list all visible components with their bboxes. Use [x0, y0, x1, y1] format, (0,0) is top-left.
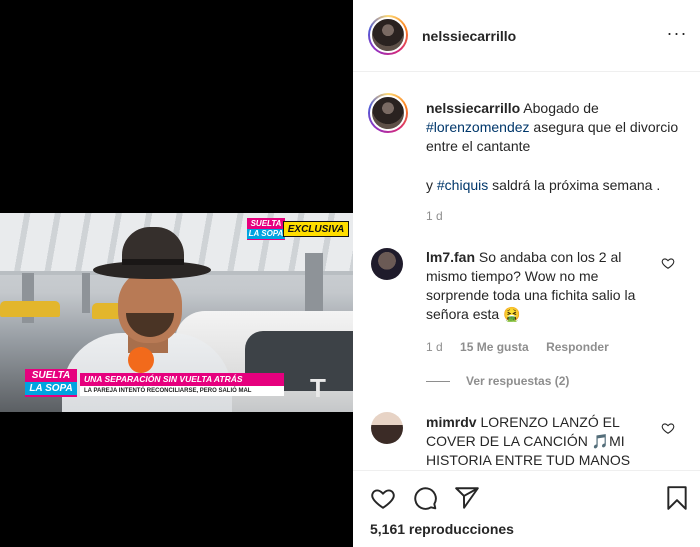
- video-headline: UNA SEPARACIÓN SIN VUELTA ATRÁS: [80, 373, 284, 386]
- network-logo-icon: T: [310, 373, 326, 403]
- hashtag-link[interactable]: #lorenzomendez: [426, 119, 530, 135]
- bookmark-icon[interactable]: [664, 485, 690, 511]
- post-panel: nelssiecarrillo ··· nelssiecarrillo Abog…: [353, 0, 700, 547]
- post-caption-line2: y #chiquis saldrá la próxima semana .: [426, 176, 660, 195]
- video-subheadline: LA PAREJA INTENTÓ RECONCILIARSE, PERO SA…: [80, 386, 284, 396]
- show-badge-sub: LA SOPA: [247, 229, 285, 239]
- caption-text-before: Abogado de: [523, 100, 599, 116]
- comment-username[interactable]: lm7.fan: [426, 249, 475, 265]
- caption-timestamp[interactable]: 1 d: [426, 209, 443, 223]
- caption-line2-suffix: saldrá la próxima semana .: [492, 177, 661, 193]
- view-count[interactable]: 5,161 reproducciones: [370, 521, 514, 537]
- share-icon[interactable]: [454, 485, 480, 511]
- show-badge-top: SUELTA: [250, 219, 282, 228]
- comment-text: mimrdv LORENZO LANZÓ EL COVER DE LA CANC…: [426, 413, 656, 470]
- comment-icon[interactable]: [412, 485, 438, 511]
- show-badge: SUELTA LA SOPA: [247, 218, 285, 240]
- view-replies-label: Ver respuestas (2): [466, 374, 570, 388]
- video-frame-taxi: [0, 301, 60, 317]
- post-header: nelssiecarrillo ···: [353, 0, 700, 72]
- caption-avatar[interactable]: [368, 93, 408, 133]
- commenter-avatar[interactable]: [371, 248, 403, 280]
- video-player[interactable]: SUELTA LA SOPA EXCLUSIVA SUELTA LA SOPA …: [0, 213, 353, 412]
- show-logo: SUELTA LA SOPA: [25, 369, 77, 397]
- comment-username[interactable]: mimrdv: [426, 414, 477, 430]
- hashtag-link[interactable]: #chiquis: [437, 177, 488, 193]
- video-frame-microphone: [128, 347, 154, 373]
- author-avatar[interactable]: [368, 15, 408, 55]
- replies-divider: [426, 381, 450, 383]
- comment-text: lm7.fan So andaba con los 2 al mismo tie…: [426, 248, 656, 324]
- comment-reply-button[interactable]: Responder: [546, 340, 609, 354]
- comment-like-heart-icon[interactable]: [661, 421, 675, 435]
- comment-timestamp[interactable]: 1 d: [426, 340, 443, 354]
- author-username[interactable]: nelssiecarrillo: [422, 28, 516, 44]
- video-frame-hat-band: [122, 259, 184, 265]
- show-logo-top: SUELTA: [31, 370, 71, 381]
- comment-like-heart-icon[interactable]: [661, 256, 675, 270]
- more-options-icon[interactable]: ···: [665, 24, 689, 46]
- caption-username[interactable]: nelssiecarrillo: [426, 100, 520, 116]
- action-bar: 5,161 reproducciones: [353, 470, 700, 547]
- heart-icon[interactable]: [370, 485, 396, 511]
- caption-line2-prefix: y: [426, 177, 433, 193]
- video-frame-pillar: [82, 273, 90, 313]
- post-caption: nelssiecarrillo Abogado de #lorenzomende…: [426, 99, 680, 156]
- comment-likes[interactable]: 15 Me gusta: [460, 340, 529, 354]
- comment-meta: 1 d 15 Me gusta Responder: [426, 340, 623, 354]
- commenter-avatar[interactable]: [371, 412, 403, 444]
- view-replies-button[interactable]: Ver respuestas (2): [426, 374, 569, 388]
- post-media[interactable]: SUELTA LA SOPA EXCLUSIVA SUELTA LA SOPA …: [0, 0, 353, 547]
- exclusive-badge: EXCLUSIVA: [283, 221, 349, 237]
- show-logo-bottom: LA SOPA: [25, 382, 77, 395]
